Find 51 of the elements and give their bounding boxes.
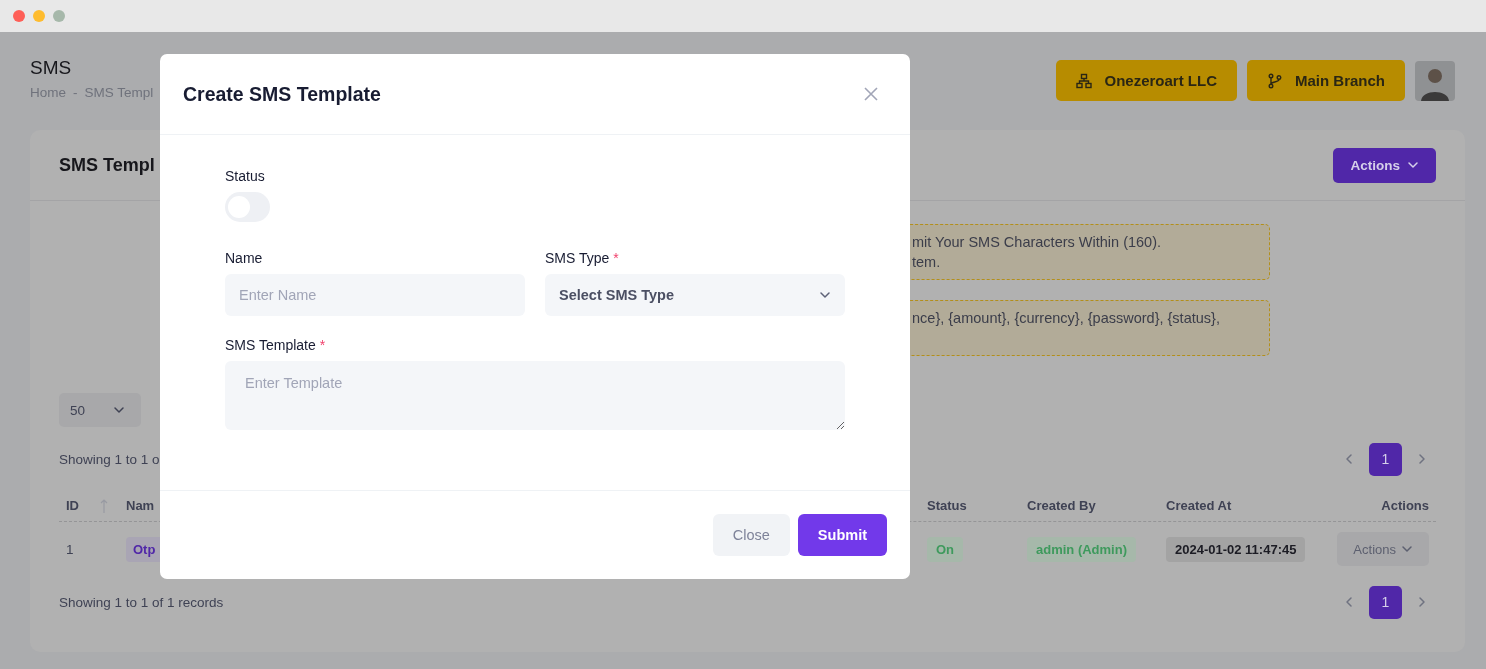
page-number[interactable]: 1 xyxy=(1369,442,1402,476)
column-header: Actions xyxy=(1381,498,1429,513)
previous-page-icon xyxy=(1343,453,1355,465)
avatar xyxy=(1415,60,1455,101)
sort-icon xyxy=(99,497,109,514)
branch-button[interactable]: Main Branch xyxy=(1247,60,1405,101)
status-tag: On xyxy=(927,536,964,562)
page-size-select[interactable]: 50 xyxy=(59,393,141,427)
modal-title: Create SMS Template xyxy=(183,82,381,106)
column-header: Nam xyxy=(126,498,155,513)
column-header: Created At xyxy=(1166,498,1232,513)
row-actions-button[interactable]: Actions xyxy=(1337,532,1429,566)
name-input[interactable]: Enter Name xyxy=(225,274,525,316)
column-header: Created By xyxy=(1027,498,1096,513)
caret-icon xyxy=(819,289,831,301)
submit-button[interactable]: Submit xyxy=(797,514,887,556)
page-title: SMS xyxy=(30,57,73,79)
column-header: Status xyxy=(927,498,967,513)
page-number[interactable]: 1 xyxy=(1369,585,1402,619)
branch-icon xyxy=(1267,72,1283,89)
previous-page-icon xyxy=(1343,596,1355,608)
field-label: SMS Type * xyxy=(545,250,619,266)
breadcrumb-separator: - xyxy=(73,85,78,100)
maximize-window-dot[interactable] xyxy=(53,10,65,22)
next-page-icon xyxy=(1416,596,1428,608)
date-tag: 2024-01-02 11:47:45 xyxy=(1166,536,1306,562)
creator-tag: admin (Admin) xyxy=(1027,536,1136,562)
minimize-window-dot[interactable] xyxy=(33,10,45,22)
network-icon xyxy=(1076,72,1093,89)
field-label: SMS Template * xyxy=(225,337,326,353)
caret-icon xyxy=(1407,159,1419,171)
notice-text: nce}, {amount}, {currency}, {password}, {status}, xyxy=(912,309,1221,328)
next-page-icon xyxy=(1416,453,1428,465)
field-label: Name xyxy=(225,250,263,266)
template-textarea[interactable]: Enter Template xyxy=(225,361,845,430)
records-summary: Showing 1 to 1 o xyxy=(59,451,160,467)
notice-text: mit Your SMS Characters Within (160). xyxy=(912,233,1162,252)
close-icon[interactable] xyxy=(864,87,878,101)
actions-button[interactable]: Actions xyxy=(1333,147,1436,183)
caret-icon xyxy=(113,404,125,416)
caret-icon xyxy=(1401,543,1413,555)
close-window-dot[interactable] xyxy=(13,10,25,22)
organization-button[interactable]: Onezeroart LLC xyxy=(1056,60,1237,101)
field-label: Status xyxy=(225,168,265,184)
records-summary: Showing 1 to 1 of 1 records xyxy=(59,594,224,610)
table-cell: 1 xyxy=(66,541,74,557)
close-button[interactable]: Close xyxy=(712,514,790,556)
card-title: SMS Templ xyxy=(59,154,155,176)
column-header: ID xyxy=(66,498,79,513)
sms-type-select[interactable]: Select SMS Type xyxy=(545,274,845,316)
notice-text: tem. xyxy=(912,253,942,272)
